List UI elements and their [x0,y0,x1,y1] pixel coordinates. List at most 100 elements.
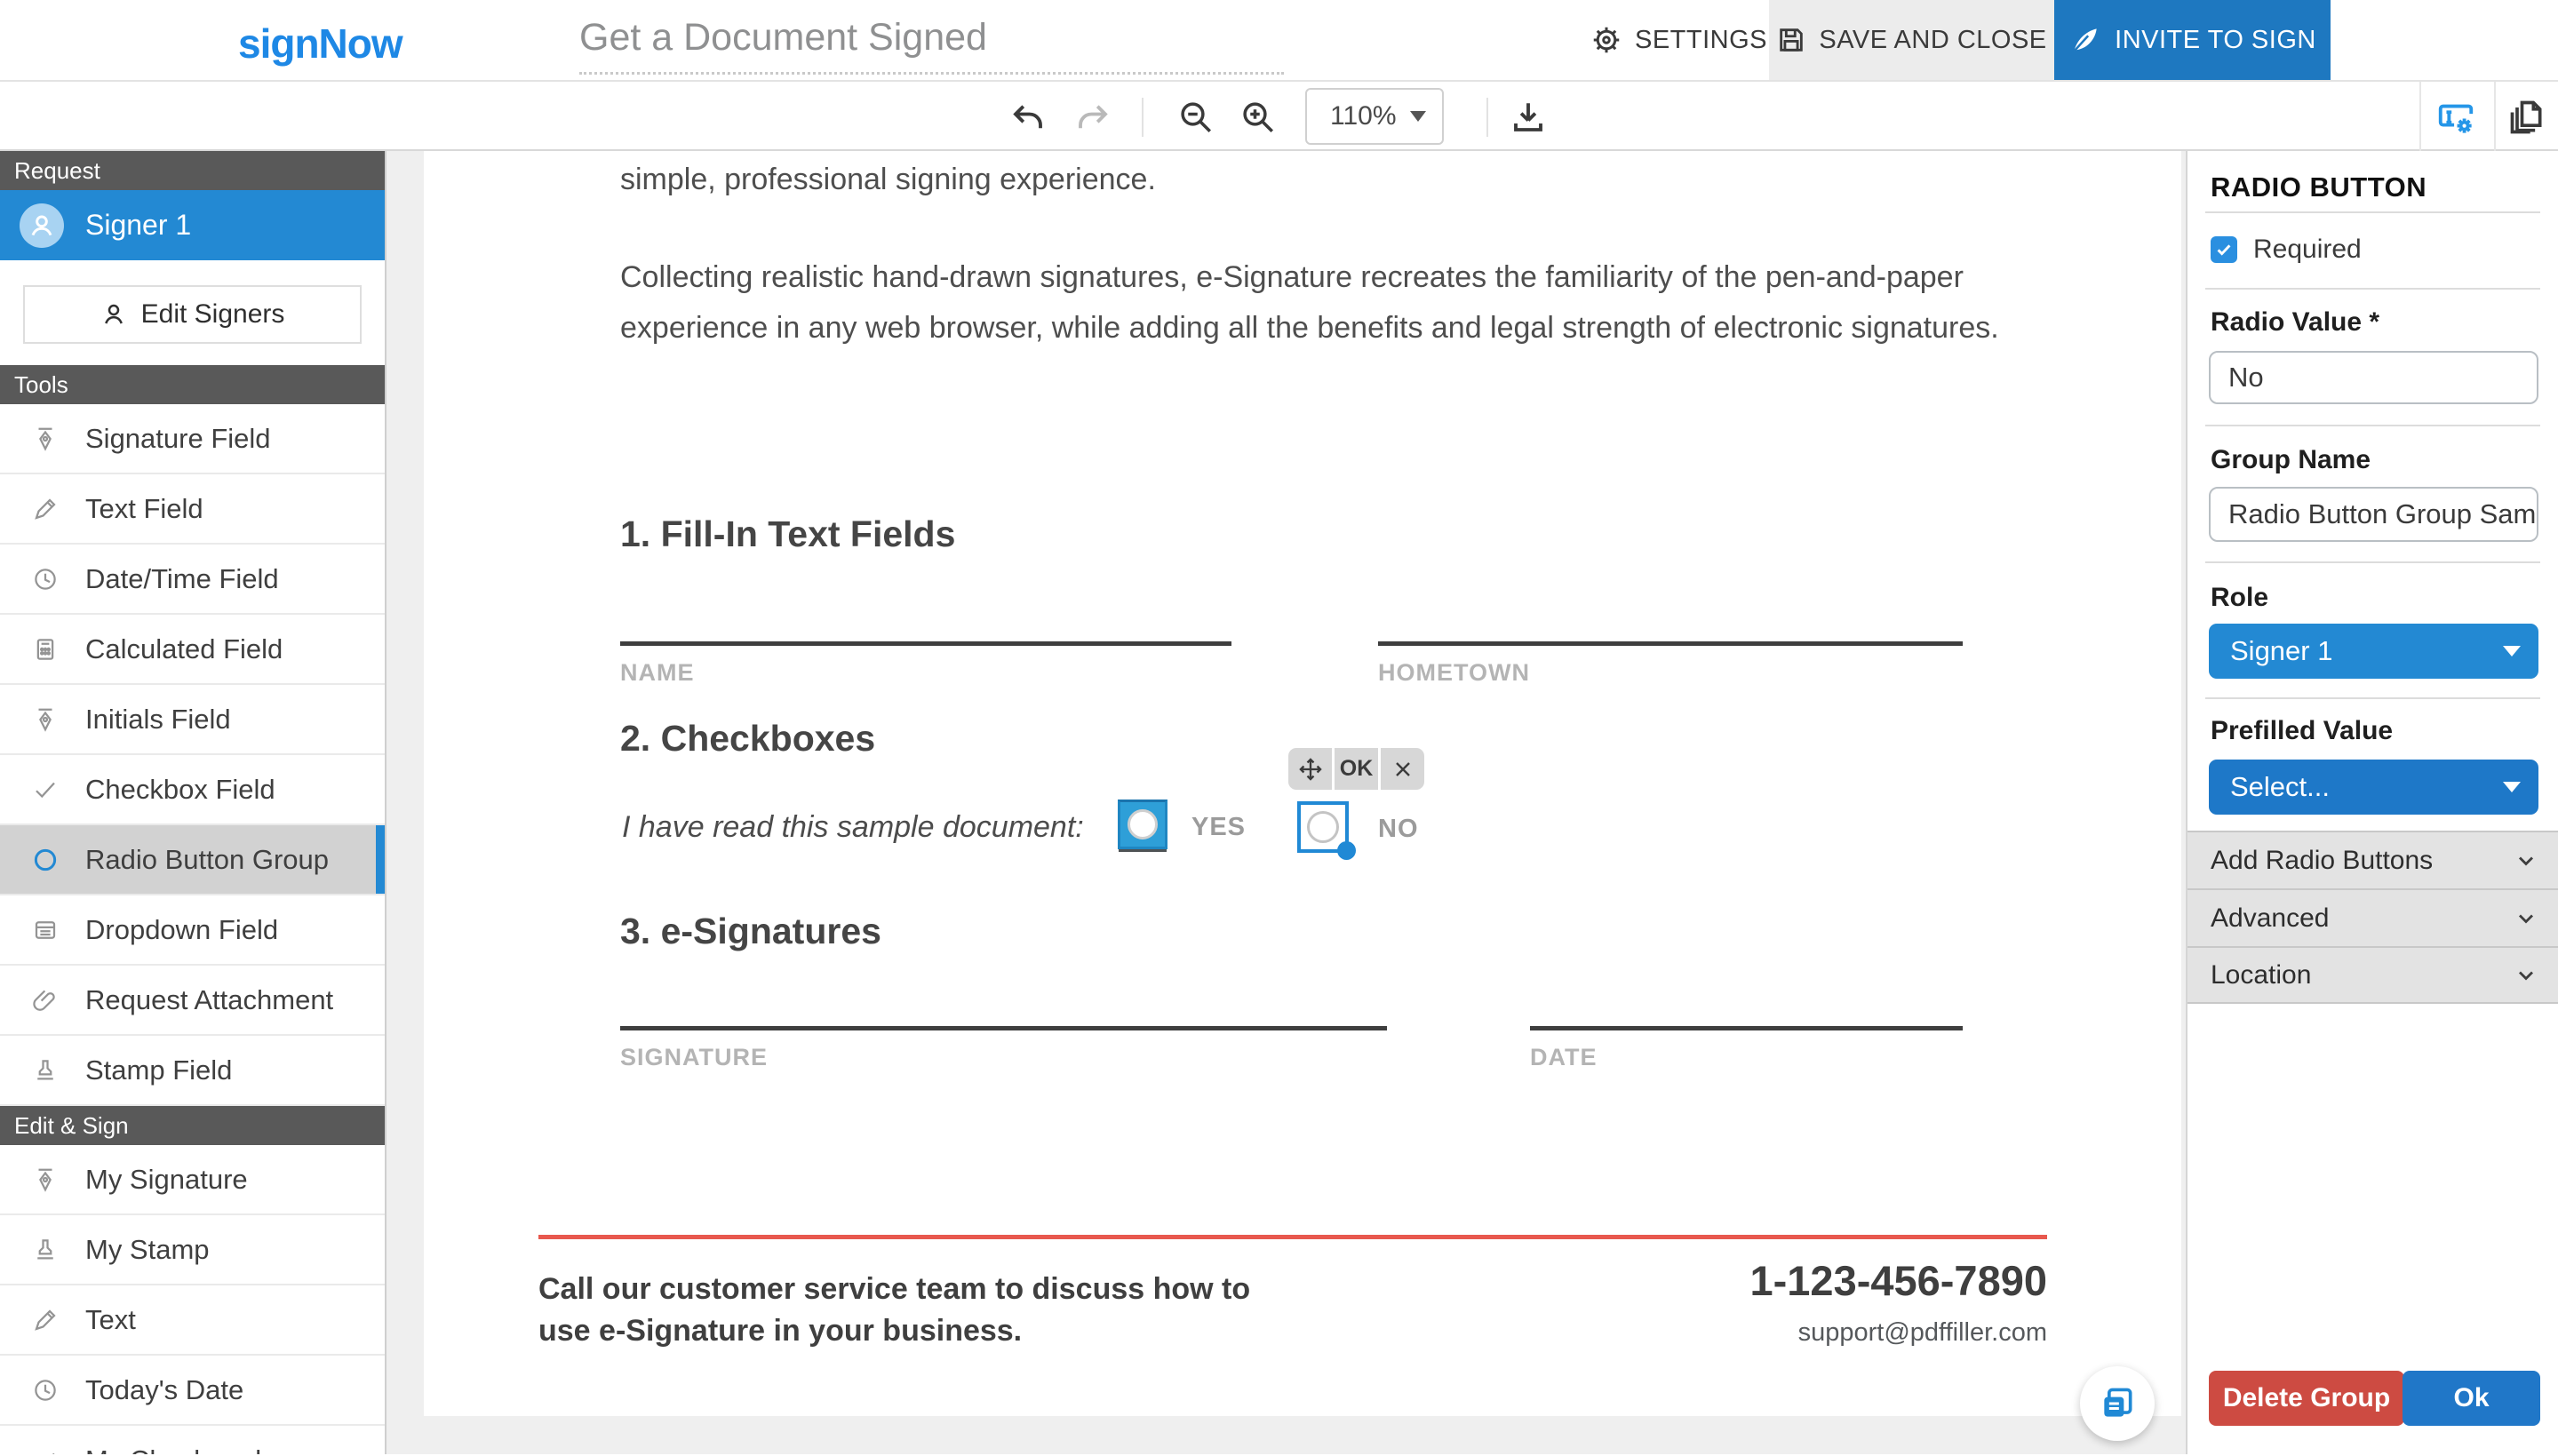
sidebar-item-label: Dropdown Field [85,913,279,945]
redo-button[interactable] [1070,94,1116,140]
check-icon [32,776,59,803]
gear-icon [1590,24,1622,56]
document-canvas: simple, professional signing experience.… [386,151,2186,1454]
signer-1-row[interactable]: Signer 1 [0,190,385,260]
sidebar-item-stamp-field[interactable]: Stamp Field [0,1036,385,1106]
group-name-input[interactable] [2209,487,2538,542]
sidebar-item-text[interactable]: Text [0,1285,385,1356]
chevron-down-icon [2503,782,2521,792]
sidebar-item-text-field[interactable]: Text Field [0,474,385,545]
tools-section-header: Tools [0,365,385,404]
widget-ok-button[interactable]: OK [1335,748,1378,790]
sidebar-item-initials-field[interactable]: Initials Field [0,685,385,755]
panel-divider [2205,697,2540,699]
checked-checkbox-icon[interactable] [2211,236,2237,263]
stamp-icon [32,1057,59,1084]
save-icon [1776,25,1806,55]
undo-button[interactable] [1005,94,1051,140]
panel-divider [2205,561,2540,563]
settings-button[interactable]: SETTINGS [1590,0,1767,80]
pen-nib-icon [32,426,59,452]
sidebar-item-dropdown-field[interactable]: Dropdown Field [0,895,385,966]
radio-field-yes[interactable] [1118,800,1167,849]
sidebar-item-checkbox-field[interactable]: Checkbox Field [0,755,385,825]
sidebar-item-calculated-field[interactable]: Calculated Field [0,615,385,685]
clock-icon [32,1377,59,1404]
sidebar-item-label: Text Field [85,492,203,524]
edit-signers-label: Edit Signers [140,299,285,329]
sidebar-item-my-stamp[interactable]: My Stamp [0,1215,385,1285]
sidebar-item-todays-date[interactable]: Today's Date [0,1356,385,1426]
document-title-field[interactable]: Get a Document Signed [579,16,1284,75]
name-label: NAME [620,659,695,686]
chevron-down-icon [2514,963,2538,988]
edit-signers-button[interactable]: Edit Signers [23,285,362,344]
sidebar-item-my-signature[interactable]: My Signature [0,1145,385,1215]
toolbar-divider [2494,82,2496,151]
sidebar-item-my-checkmark[interactable]: My Checkmark [0,1426,385,1454]
toolbar-divider [1142,98,1144,137]
settings-label: SETTINGS [1635,25,1768,54]
sidebar-item-request-attachment[interactable]: Request Attachment [0,966,385,1036]
left-sidebar: Request Signer 1 Edit Signers Tools Sign… [0,151,386,1454]
accordion-location[interactable]: Location [2187,946,2558,1004]
widget-close-button[interactable] [1381,748,1424,790]
footer-text: Call our customer service team to discus… [538,1269,1250,1352]
doc-heading-1: 1. Fill-In Text Fields [620,513,956,554]
edit-sign-section-header: Edit & Sign [0,1106,385,1145]
delete-group-button[interactable]: Delete Group [2209,1371,2404,1426]
check-icon [32,1447,59,1454]
footer-phone: 1-123-456-7890 [1749,1257,2048,1304]
radio-value-input[interactable] [2209,351,2538,404]
zoom-out-button[interactable] [1173,94,1219,140]
chevron-down-icon [2503,646,2521,656]
date-label: DATE [1530,1044,1598,1070]
clock-icon [32,566,59,593]
sidebar-item-label: My Stamp [85,1233,210,1265]
doc-paragraph-1: simple, professional signing experience. [620,163,1156,196]
role-select[interactable]: Signer 1 [2209,624,2538,679]
sidebar-item-label: Signature Field [85,422,271,454]
field-settings-button[interactable] [2433,94,2479,140]
ok-button[interactable]: Ok [2403,1371,2540,1426]
footer-line-1: Call our customer service team to discus… [538,1272,1251,1306]
document-title[interactable]: Get a Document Signed [579,16,1284,60]
sidebar-item-signature-field[interactable]: Signature Field [0,404,385,474]
zoom-in-button[interactable] [1235,94,1281,140]
signature-line [620,1026,1387,1030]
radio-field-no-selected[interactable] [1297,801,1356,860]
panel-divider [2205,211,2540,213]
signature-label: SIGNATURE [620,1044,769,1070]
sidebar-item-label: Text [85,1303,136,1335]
panel-divider [2205,425,2540,426]
radio-value-label: Radio Value * [2211,307,2380,337]
sidebar-item-label: Stamp Field [85,1054,233,1086]
prefilled-value-select[interactable]: Select... [2209,760,2538,815]
hometown-label: HOMETOWN [1378,659,1530,686]
accordion-advanced[interactable]: Advanced [2187,888,2558,946]
zoom-level-select[interactable]: 110% [1305,88,1444,145]
copy-pages-button[interactable] [2504,94,2550,140]
save-and-close-button[interactable]: SAVE AND CLOSE [1769,0,2054,80]
pen-nib-icon [32,706,59,733]
person-icon [100,301,127,328]
download-button[interactable] [1505,94,1551,140]
move-handle[interactable] [1288,748,1332,790]
doc-heading-3: 3. e-Signatures [620,911,881,951]
stamp-icon [32,1237,59,1263]
yes-label: YES [1191,813,1247,841]
red-divider [538,1235,2047,1239]
save-and-close-label: SAVE AND CLOSE [1819,25,2047,54]
chevron-down-icon [1410,111,1426,122]
sidebar-item-radio-button-group[interactable]: Radio Button Group [0,825,385,895]
feedback-chat-button[interactable] [2080,1366,2155,1441]
editor-toolbar: 110% [0,82,2558,151]
pencil-icon [32,1307,59,1333]
pencil-icon [32,496,59,522]
sidebar-item-date-time-field[interactable]: Date/Time Field [0,545,385,615]
chevron-down-icon [2514,906,2538,931]
required-checkbox-row[interactable]: Required [2211,235,2362,265]
invite-to-sign-button[interactable]: INVITE TO SIGN [2054,0,2331,80]
accordion-add-radio-buttons[interactable]: Add Radio Buttons [2187,831,2558,888]
resize-handle[interactable] [1337,841,1356,860]
